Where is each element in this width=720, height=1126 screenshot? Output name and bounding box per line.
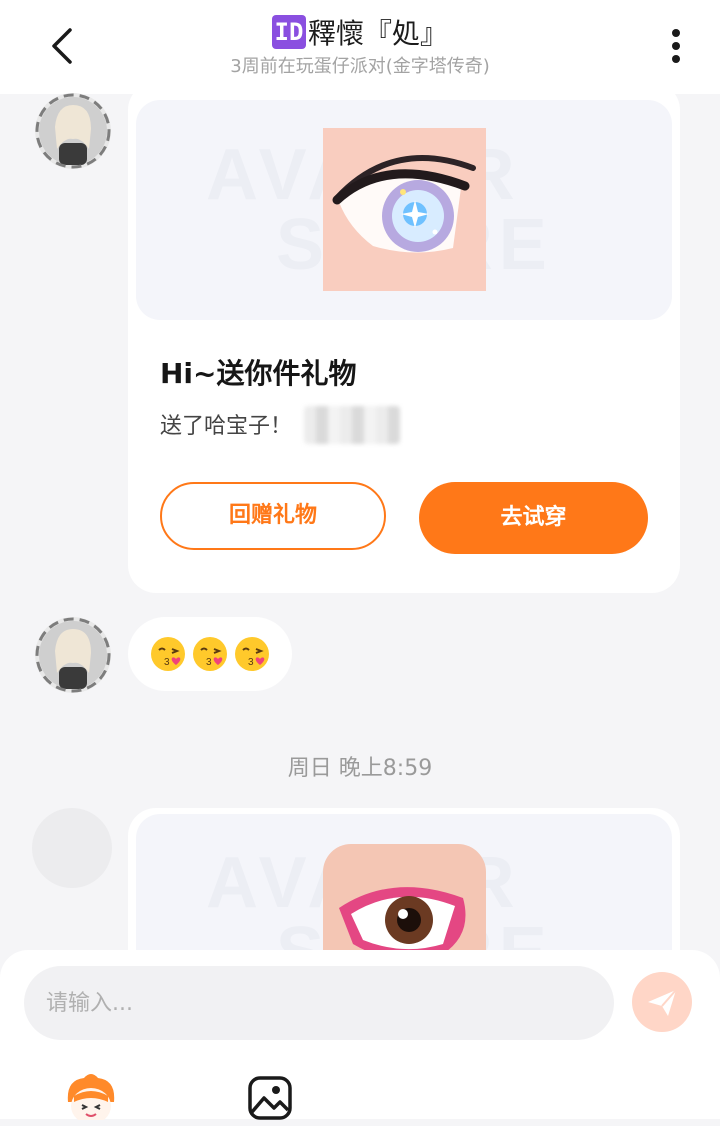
- gift-description: 送了哈宝子！: [160, 414, 293, 439]
- image-icon: [248, 1076, 292, 1120]
- kissing-face-icon: 3: [193, 637, 227, 671]
- gift-title: Hi~送你件礼物: [160, 357, 357, 390]
- contact-avatar[interactable]: [35, 93, 111, 169]
- send-button[interactable]: [632, 972, 692, 1032]
- eye-item-image: [323, 128, 486, 291]
- message-input[interactable]: [24, 966, 614, 1040]
- mascot-tool-button[interactable]: [62, 1072, 120, 1120]
- gift-message-card[interactable]: AVATAR STORE Hi~送你件礼物 送了哈宝子！ 回赠礼物 去试穿: [128, 82, 680, 593]
- composer-panel: [0, 950, 720, 1122]
- paper-plane-icon: [648, 989, 677, 1016]
- chat-title: ID 釋懷『処』: [0, 12, 720, 52]
- try-on-button[interactable]: 去试穿: [419, 482, 648, 554]
- avatar-image: [35, 617, 111, 693]
- contact-name: 釋懷『処』: [307, 17, 448, 50]
- gift-preview: AVATAR STORE: [136, 100, 672, 320]
- contact-avatar[interactable]: [35, 617, 111, 693]
- id-badge-icon: ID: [271, 15, 306, 49]
- return-gift-button[interactable]: 回赠礼物: [160, 482, 386, 550]
- svg-text:3: 3: [206, 657, 212, 668]
- kissing-face-icon: 3: [235, 637, 269, 671]
- eggy-mascot-icon: [67, 1074, 115, 1120]
- vertical-dots-icon: [672, 29, 680, 63]
- contact-status: 3周前在玩蛋仔派对(金字塔传奇): [230, 56, 490, 77]
- emoji-message-bubble[interactable]: 3 3 3: [128, 617, 292, 691]
- chat-header: ID 釋懷『処』 3周前在玩蛋仔派对(金字塔传奇): [0, 0, 720, 94]
- svg-text:3: 3: [164, 657, 170, 668]
- avatar-image: [35, 93, 111, 169]
- blurred-content: [304, 406, 400, 444]
- message-timestamp: 周日 晚上8:59: [287, 756, 433, 781]
- more-options-button[interactable]: [656, 22, 696, 70]
- svg-text:3: 3: [248, 657, 254, 668]
- kissing-face-icon: 3: [151, 637, 185, 671]
- my-avatar[interactable]: [32, 808, 112, 888]
- image-tool-button[interactable]: [246, 1074, 294, 1122]
